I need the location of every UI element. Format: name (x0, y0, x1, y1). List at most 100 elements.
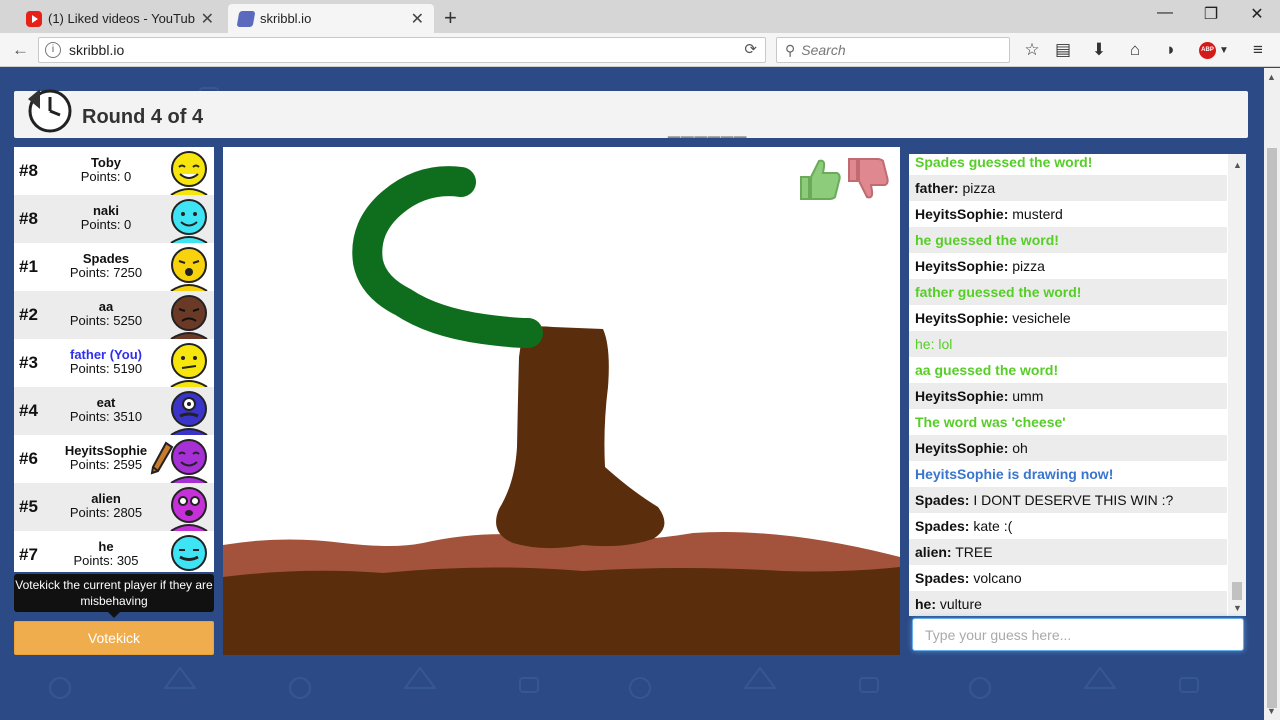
player-row: #1 Spades Points: 7250 (14, 243, 214, 291)
download-icon[interactable]: ⬇ (1089, 40, 1109, 60)
site-info-icon[interactable]: i (45, 42, 61, 58)
chat-text: vesichele (1012, 310, 1071, 326)
game-header: Round 4 of 4 ______ (14, 89, 1248, 140)
window-close-button[interactable]: ✕ (1234, 4, 1280, 24)
chat-message: HeyitsSophie: oh (909, 435, 1227, 461)
player-row: #8 Toby Points: 0 (14, 147, 214, 195)
player-points: Points: 5250 (69, 313, 143, 328)
scroll-down-icon[interactable]: ▼ (1267, 706, 1276, 716)
player-name: Toby (90, 155, 122, 170)
search-icon: ⚲ (785, 41, 796, 58)
chat-message: Spades: I DONT DESERVE THIS WIN :? (909, 487, 1227, 513)
player-name: he (98, 539, 114, 554)
tab-youtube[interactable]: (1) Liked videos - YouTube ✕ (16, 4, 224, 33)
chevron-down-icon[interactable]: ▼ (1214, 45, 1234, 56)
player-row: #7 he Points: 305 (14, 531, 214, 572)
reading-list-icon[interactable]: ▤ (1053, 40, 1073, 60)
thumbs-up-icon[interactable] (797, 155, 843, 203)
player-name: alien (91, 491, 121, 506)
home-icon[interactable]: ⌂ (1125, 40, 1145, 60)
player-rank: #8 (19, 161, 38, 180)
browser-nav-bar: ← i skribbl.io ⟳ ⚲ Search ☆ ▤ ⬇ ⌂ ◗ ABP … (0, 33, 1280, 67)
chat-author: alien: (915, 544, 952, 560)
address-bar[interactable]: i skribbl.io ⟳ (38, 37, 766, 63)
player-avatar (170, 247, 208, 291)
scroll-down-icon[interactable]: ▼ (1233, 603, 1242, 613)
guess-input[interactable] (912, 618, 1244, 651)
search-placeholder: Search (801, 42, 846, 58)
chat-message: HeyitsSophie is drawing now! (915, 466, 1114, 482)
page-scroll-thumb[interactable] (1267, 148, 1277, 708)
close-tab-icon[interactable]: ✕ (411, 9, 424, 29)
close-tab-icon[interactable]: ✕ (201, 9, 214, 29)
tab-title: skribbl.io (260, 11, 312, 26)
chat-text: kate :( (973, 518, 1013, 534)
new-tab-button[interactable]: + (444, 5, 457, 31)
player-points: Points: 5190 (69, 361, 143, 376)
votekick-tooltip: Votekick the current player if they are … (14, 574, 214, 618)
chat-text: pizza (962, 180, 996, 196)
chat-scroll-thumb[interactable] (1232, 582, 1242, 600)
url-text: skribbl.io (69, 42, 125, 58)
chat-text: TREE (955, 544, 993, 560)
restore-button[interactable]: ❐ (1188, 4, 1234, 24)
player-avatar (170, 487, 208, 531)
clock-icon (28, 89, 72, 133)
chat-message: he guessed the word! (909, 227, 1227, 253)
player-avatar (170, 151, 208, 195)
menu-hamburger-icon[interactable]: ≡ (1248, 40, 1268, 60)
chat-message: HeyitsSophie: umm (909, 383, 1227, 409)
back-arrow-icon[interactable]: ← (12, 40, 29, 60)
chat-message: HeyitsSophie: pizza (909, 253, 1227, 279)
player-name: aa (98, 299, 114, 314)
chat-author: father: (915, 180, 959, 196)
chat-message: father guessed the word! (909, 279, 1227, 305)
player-name: naki (92, 203, 119, 218)
player-points: Points: 2595 (69, 457, 143, 472)
player-name: HeyitsSophie (64, 443, 148, 458)
player-avatar (171, 535, 207, 571)
bookmark-star-icon[interactable]: ☆ (1022, 40, 1042, 60)
chat-message: The word was 'cheese' (915, 414, 1066, 430)
youtube-icon (26, 10, 42, 27)
chat-log: Spades guessed the word! father: pizza H… (909, 154, 1246, 616)
chat-text: I DONT DESERVE THIS WIN :? (973, 492, 1174, 508)
player-list: #8 Toby Points: 0 #8 naki Points: 0 #1 Spa… (14, 147, 214, 572)
player-row: #8 naki Points: 0 (14, 195, 214, 243)
chat-text: umm (1012, 388, 1044, 404)
chat-author: HeyitsSophie: (915, 440, 1009, 456)
reload-icon[interactable]: ⟳ (744, 40, 757, 58)
chat-author: HeyitsSophie: (915, 206, 1009, 222)
chat-scrollbar[interactable]: ▲ ▼ (1228, 154, 1246, 616)
word-hint: ______ (668, 115, 748, 140)
chat-text: oh (1012, 440, 1028, 456)
chat-text: pizza (1012, 258, 1045, 274)
thumbs-down-icon[interactable] (845, 155, 891, 203)
search-field[interactable]: ⚲ Search (776, 37, 1010, 63)
chat-message: he: lol (909, 331, 1227, 357)
chat-message: Spades: volcano (909, 565, 1227, 591)
scroll-up-icon[interactable]: ▲ (1233, 160, 1242, 170)
player-avatar (170, 295, 208, 339)
chat-author: HeyitsSophie: (915, 310, 1009, 326)
chat-author: HeyitsSophie: (915, 388, 1009, 404)
chat-text: vulture (939, 596, 982, 612)
pocket-icon[interactable]: ◗ (1161, 40, 1181, 60)
player-avatar (170, 343, 208, 387)
tab-skribbl[interactable]: skribbl.io ✕ (228, 4, 434, 33)
player-row: #3 father (You) Points: 5190 (14, 339, 214, 387)
votekick-button[interactable]: Votekick (14, 621, 214, 655)
player-avatar (170, 439, 208, 483)
minimize-button[interactable]: — (1142, 4, 1188, 22)
player-points: Points: 305 (73, 553, 139, 568)
canvas-drawing (223, 166, 900, 655)
page-scrollbar[interactable]: ▲ ▼ (1264, 68, 1280, 720)
player-rank: #4 (19, 401, 38, 420)
chat-message: Spades: kate :( (909, 513, 1227, 539)
scroll-up-icon[interactable]: ▲ (1267, 72, 1276, 82)
chat-text: musterd (1012, 206, 1063, 222)
player-rank: #5 (19, 497, 38, 516)
chat-message: he: vulture (909, 591, 1227, 616)
drawing-canvas[interactable] (223, 147, 900, 655)
player-row: #4 eat Points: 3510 (14, 387, 214, 435)
